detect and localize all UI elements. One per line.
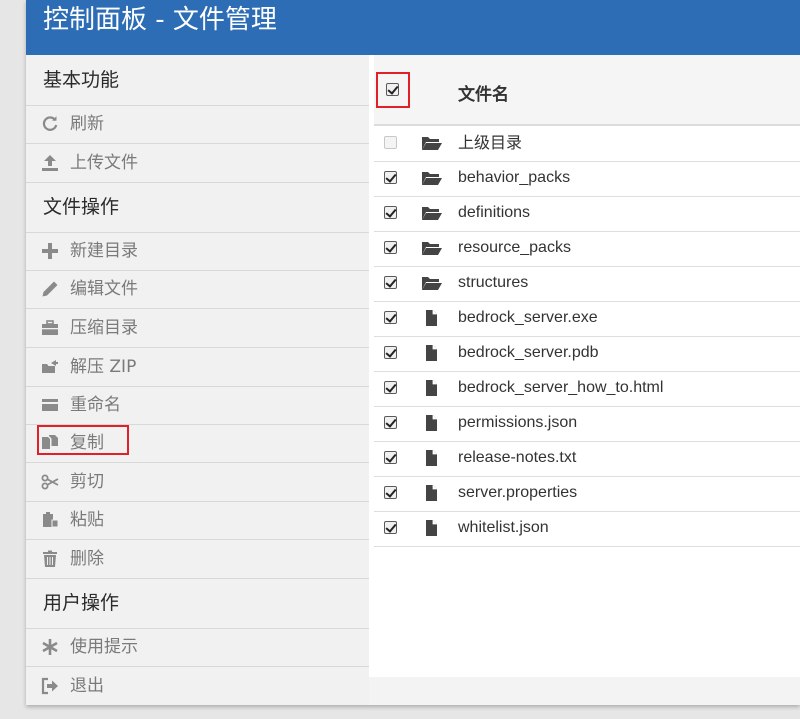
sidebar-section-user-ops: 用户操作: [26, 578, 369, 629]
file-name-link[interactable]: bedrock_server.pdb: [458, 343, 599, 363]
sidebar-item-label: 剪切: [70, 472, 104, 492]
file-name-link[interactable]: 上级目录: [458, 133, 522, 153]
sidebar-item-label: 解压 ZIP: [70, 357, 137, 377]
file-name-link[interactable]: bedrock_server.exe: [458, 308, 598, 328]
row-checkbox[interactable]: [384, 346, 397, 359]
sidebar: 基本功能 刷新 上传文件 文件操作 新建目录 编辑文件 压缩目录 解压 ZIP …: [26, 55, 369, 705]
highlight-box-copy: [37, 425, 129, 455]
card-icon: [41, 396, 61, 414]
sidebar-item-label: 退出: [70, 676, 104, 696]
sidebar-section-title: 用户操作: [43, 592, 120, 614]
table-row[interactable]: bedrock_server_how_to.html: [374, 371, 800, 407]
control-panel-window: 控制面板 - 文件管理 基本功能 刷新 上传文件 文件操作 新建目录 编辑文件 …: [26, 0, 800, 705]
row-checkbox: [384, 136, 397, 149]
refresh-icon: [41, 115, 61, 133]
file-icon: [421, 484, 443, 502]
sidebar-item-label: 粘贴: [70, 510, 104, 530]
file-name-link[interactable]: bedrock_server_how_to.html: [458, 378, 663, 398]
row-checkbox[interactable]: [384, 311, 397, 324]
table-row[interactable]: bedrock_server.exe: [374, 301, 800, 337]
row-checkbox[interactable]: [384, 451, 397, 464]
row-checkbox[interactable]: [384, 486, 397, 499]
sidebar-item-tips[interactable]: 使用提示: [26, 628, 369, 667]
sidebar-item-label: 上传文件: [70, 153, 138, 173]
sidebar-section-file-ops: 文件操作: [26, 182, 369, 233]
sidebar-item-logout[interactable]: 退出: [26, 667, 369, 705]
sidebar-item-label: 编辑文件: [70, 279, 138, 299]
folder-open-icon: [421, 274, 443, 292]
row-checkbox[interactable]: [384, 416, 397, 429]
sidebar-item-label: 重命名: [70, 395, 121, 415]
row-checkbox[interactable]: [384, 276, 397, 289]
table-row[interactable]: permissions.json: [374, 406, 800, 442]
sidebar-item-label: 刷新: [70, 114, 104, 134]
highlight-box-select-all: [376, 72, 410, 108]
row-checkbox[interactable]: [384, 171, 397, 184]
sidebar-item-compress[interactable]: 压缩目录: [26, 309, 369, 348]
scissors-icon: [41, 473, 61, 491]
table-row[interactable]: whitelist.json: [374, 511, 800, 547]
file-icon: [421, 519, 443, 537]
table-row[interactable]: server.properties: [374, 476, 800, 512]
table-row[interactable]: release-notes.txt: [374, 441, 800, 477]
sidebar-item-refresh[interactable]: 刷新: [26, 105, 369, 144]
briefcase-icon: [41, 319, 61, 337]
file-name-link[interactable]: server.properties: [458, 483, 577, 503]
folder-open-icon: [421, 239, 443, 257]
upload-icon: [41, 154, 61, 172]
file-name-link[interactable]: definitions: [458, 203, 530, 223]
sidebar-item-upload[interactable]: 上传文件: [26, 144, 369, 183]
folder-open-icon: [421, 204, 443, 222]
plus-icon: [41, 242, 61, 260]
sidebar-item-delete[interactable]: 删除: [26, 540, 369, 579]
logout-icon: [41, 677, 61, 695]
row-checkbox[interactable]: [384, 521, 397, 534]
sidebar-item-paste[interactable]: 粘贴: [26, 501, 369, 540]
file-table: 文件名 上级目录 behavior_packs definitions resourc…: [369, 55, 800, 677]
sidebar-section-basic: 基本功能: [26, 55, 369, 106]
folder-open-icon: [421, 134, 443, 152]
sidebar-item-new-folder[interactable]: 新建目录: [26, 232, 369, 271]
table-row[interactable]: behavior_packs: [374, 161, 800, 197]
table-row[interactable]: resource_packs: [374, 231, 800, 267]
sidebar-item-label: 使用提示: [70, 637, 138, 657]
header-bar: 控制面板 - 文件管理: [26, 0, 800, 55]
file-name-link[interactable]: behavior_packs: [458, 168, 570, 188]
pencil-icon: [41, 280, 61, 298]
row-checkbox[interactable]: [384, 381, 397, 394]
sidebar-item-label: 新建目录: [70, 241, 138, 261]
sidebar-item-label: 压缩目录: [70, 318, 138, 338]
table-row[interactable]: definitions: [374, 196, 800, 232]
file-icon: [421, 309, 443, 327]
table-row[interactable]: bedrock_server.pdb: [374, 336, 800, 372]
sidebar-section-title: 文件操作: [43, 196, 120, 218]
column-header-filename[interactable]: 文件名: [458, 80, 509, 105]
asterisk-icon: [41, 638, 61, 656]
sidebar-item-unzip[interactable]: 解压 ZIP: [26, 348, 369, 387]
file-icon: [421, 449, 443, 467]
file-icon: [421, 414, 443, 432]
folder-open-icon: [41, 358, 61, 376]
table-header: 文件名: [374, 55, 800, 126]
page-title: 控制面板 - 文件管理: [43, 5, 277, 35]
row-checkbox[interactable]: [384, 206, 397, 219]
paste-icon: [41, 511, 61, 529]
file-name-link[interactable]: whitelist.json: [458, 518, 549, 538]
file-name-link[interactable]: structures: [458, 273, 528, 293]
folder-open-icon: [421, 169, 443, 187]
trash-icon: [41, 550, 61, 568]
file-name-link[interactable]: permissions.json: [458, 413, 577, 433]
row-checkbox[interactable]: [384, 241, 397, 254]
table-row[interactable]: 上级目录: [374, 126, 800, 162]
sidebar-item-rename[interactable]: 重命名: [26, 386, 369, 425]
file-name-link[interactable]: release-notes.txt: [458, 448, 576, 468]
sidebar-section-title: 基本功能: [43, 69, 120, 91]
sidebar-item-cut[interactable]: 剪切: [26, 463, 369, 502]
table-row[interactable]: structures: [374, 266, 800, 302]
sidebar-item-label: 删除: [70, 549, 104, 569]
file-icon: [421, 344, 443, 362]
file-icon: [421, 379, 443, 397]
file-name-link[interactable]: resource_packs: [458, 238, 571, 258]
sidebar-item-edit-file[interactable]: 编辑文件: [26, 270, 369, 309]
